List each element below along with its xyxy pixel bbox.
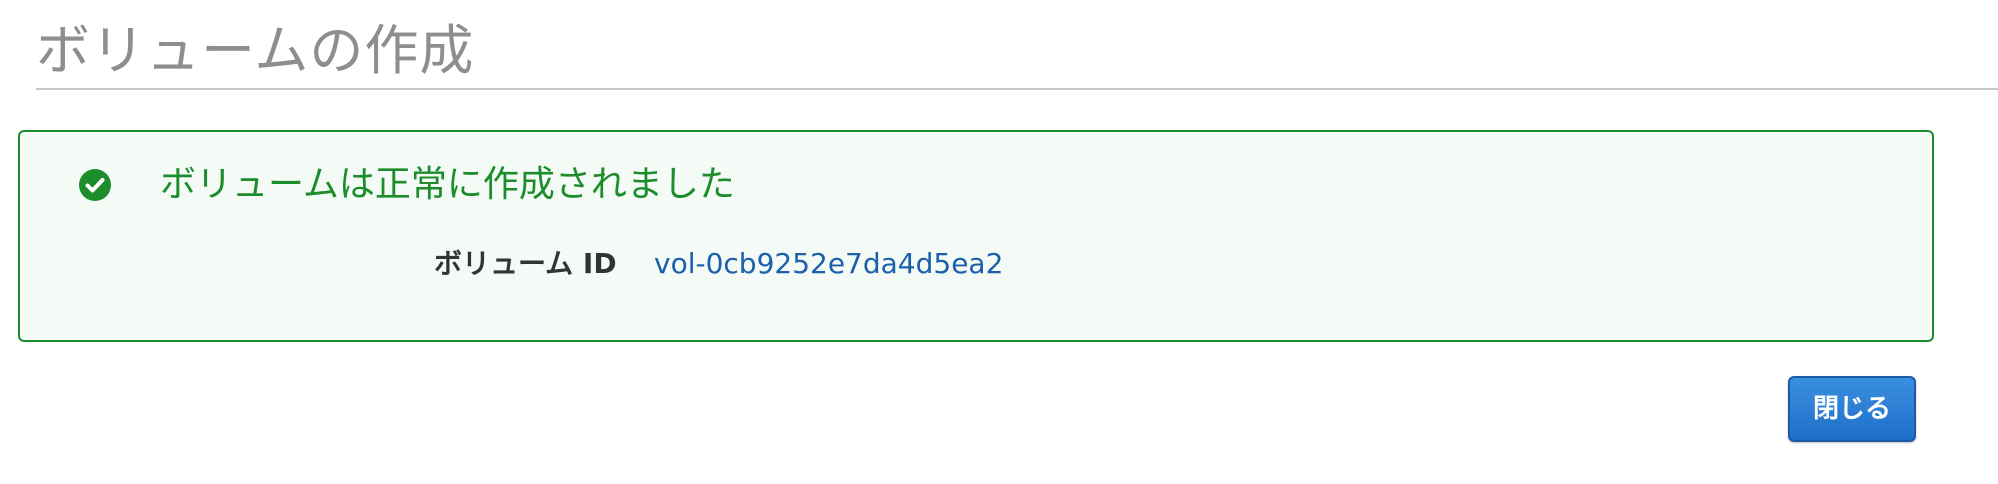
volume-id-link[interactable]: vol-0cb9252e7da4d5ea2 bbox=[654, 242, 1003, 286]
page-title: ボリュームの作成 bbox=[36, 19, 475, 82]
success-message: ボリュームは正常に作成されました bbox=[160, 164, 735, 205]
create-volume-page: ボリュームの作成 ボリュームは正常に作成されました ボリューム ID vol-0… bbox=[0, 0, 1998, 484]
success-panel: ボリュームは正常に作成されました ボリューム ID vol-0cb9252e7d… bbox=[18, 130, 1934, 342]
title-divider bbox=[36, 88, 1998, 90]
close-button[interactable]: 閉じる bbox=[1788, 376, 1916, 442]
volume-id-label: ボリューム ID bbox=[434, 247, 617, 280]
check-circle-icon bbox=[79, 169, 111, 201]
